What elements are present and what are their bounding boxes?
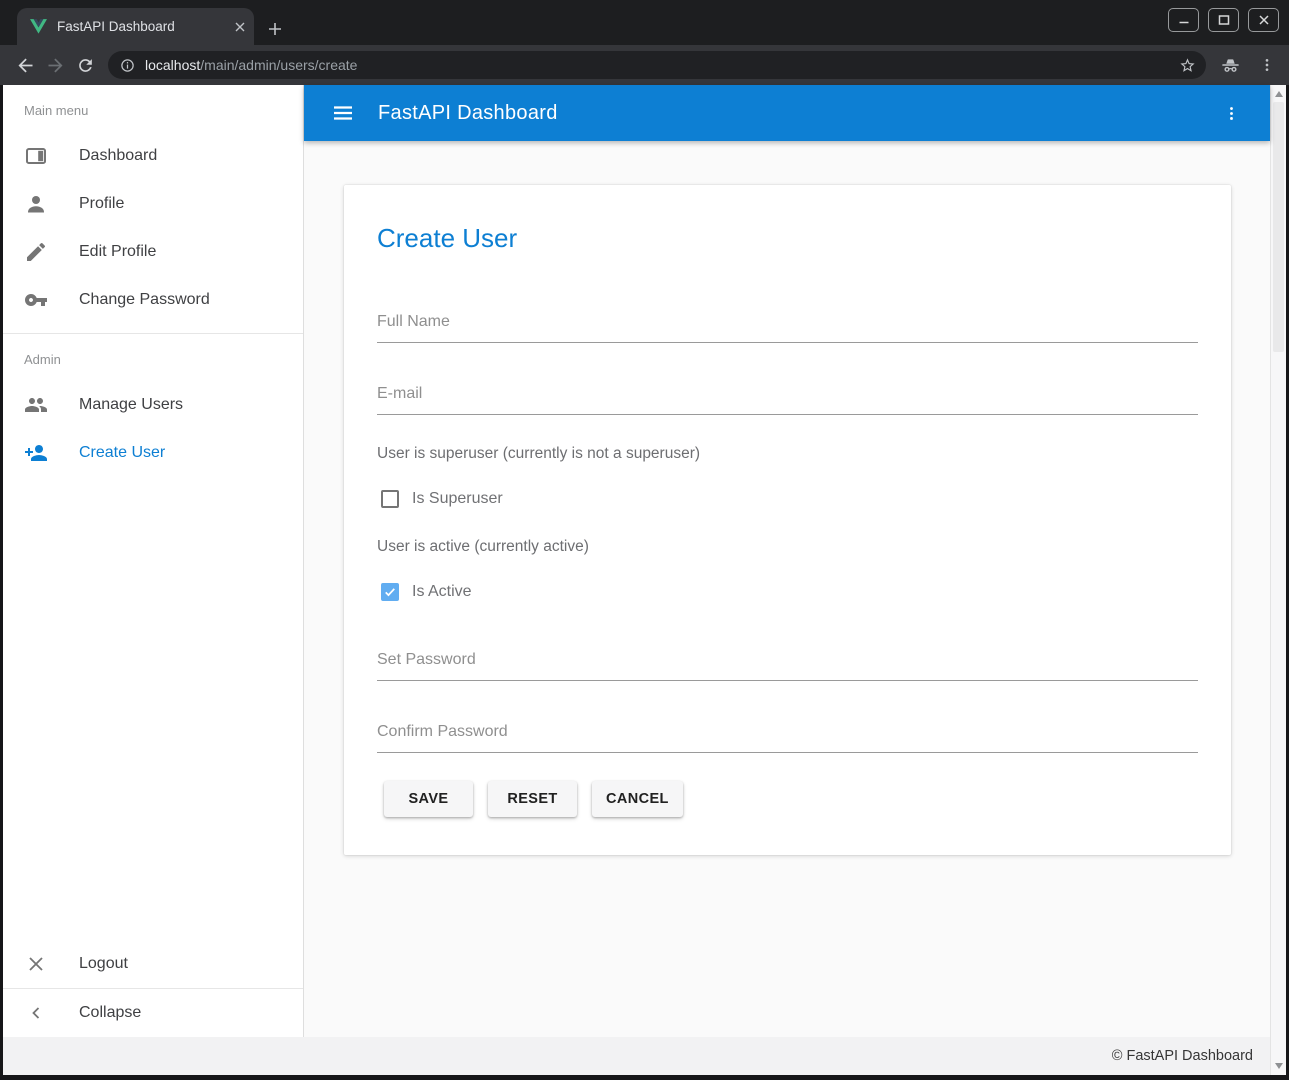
site-info-icon[interactable] [120,58,135,73]
page-title: Create User [377,223,1198,254]
close-icon [24,952,48,976]
maximize-button[interactable] [1208,8,1239,32]
incognito-icon [1220,55,1241,76]
browser-tab[interactable]: FastAPI Dashboard [17,8,254,45]
browser-tab-strip: FastAPI Dashboard [0,0,1289,45]
browser-toolbar: localhost/main/admin/users/create [0,45,1289,85]
active-checkbox[interactable]: Is Active [377,583,1198,601]
sidebar-item-logout[interactable]: Logout [3,940,303,988]
pencil-icon [24,240,48,264]
vue-logo-icon [30,19,47,34]
save-button[interactable]: SAVE [384,781,473,817]
sidebar-item-label: Edit Profile [79,243,156,261]
hamburger-menu-icon[interactable] [331,101,355,125]
window-controls [1168,8,1279,32]
sidebar-item-label: Collapse [79,1004,141,1022]
reload-icon[interactable] [70,50,100,80]
group-icon [24,393,48,417]
set-password-field[interactable] [377,649,1198,681]
tab-close-icon[interactable] [234,21,246,33]
email-field[interactable] [377,383,1198,415]
checkbox-label: Is Superuser [412,490,503,508]
sidebar-item-create-user[interactable]: Create User [3,429,303,477]
tab-title: FastAPI Dashboard [57,19,234,34]
checkbox-label: Is Active [412,583,472,601]
new-tab-icon[interactable] [268,22,282,36]
url-host: localhost [145,57,200,73]
sidebar-section-main-menu: Main menu [3,85,303,132]
url-text: localhost/main/admin/users/create [145,57,357,73]
chevron-left-icon [24,1001,48,1025]
scrollbar-thumb[interactable] [1273,102,1284,352]
footer: © FastAPI Dashboard [3,1037,1270,1075]
sidebar-item-label: Manage Users [79,396,183,414]
sidebar-item-profile[interactable]: Profile [3,180,303,228]
dashboard-icon [24,144,48,168]
person-add-icon [24,441,48,465]
footer-copyright: © FastAPI Dashboard [1112,1048,1253,1064]
sidebar-item-label: Change Password [79,291,210,309]
sidebar-item-label: Create User [79,444,165,462]
reset-button[interactable]: RESET [488,781,577,817]
superuser-checkbox[interactable]: Is Superuser [377,490,1198,508]
sidebar: Main menu Dashboard Profile [3,85,304,1037]
checkbox-unchecked-icon[interactable] [381,490,399,508]
cancel-button[interactable]: CANCEL [592,781,683,817]
sidebar-item-label: Profile [79,195,124,213]
key-icon [24,288,48,312]
address-bar[interactable]: localhost/main/admin/users/create [108,51,1206,79]
form-buttons: SAVE RESET CANCEL [377,781,1198,817]
page-body: Create User User is superuser (currently… [304,141,1270,1037]
close-window-button[interactable] [1248,8,1279,32]
person-icon [24,192,48,216]
page-content: Main menu Dashboard Profile [3,85,1286,1075]
scroll-down-icon[interactable] [1275,1063,1283,1069]
url-path: /main/admin/users/create [200,57,357,73]
sidebar-item-change-password[interactable]: Change Password [3,276,303,324]
appbar-menu-icon[interactable] [1223,105,1240,122]
scroll-up-icon[interactable] [1275,91,1283,97]
sidebar-item-edit-profile[interactable]: Edit Profile [3,228,303,276]
sidebar-item-manage-users[interactable]: Manage Users [3,381,303,429]
checkbox-checked-icon[interactable] [381,583,399,601]
sidebar-section-admin: Admin [3,334,303,381]
minimize-button[interactable] [1168,8,1199,32]
browser-window: FastAPI Dashboard [0,0,1289,1080]
sidebar-item-collapse[interactable]: Collapse [3,989,303,1037]
main-area: FastAPI Dashboard Create User User is su… [304,85,1270,1037]
page-scrollbar[interactable] [1270,85,1286,1075]
confirm-password-field[interactable] [377,721,1198,753]
bookmark-star-icon[interactable] [1179,57,1196,74]
appbar: FastAPI Dashboard [304,85,1270,141]
full-name-field[interactable] [377,311,1198,343]
sidebar-item-dashboard[interactable]: Dashboard [3,132,303,180]
browser-menu-icon[interactable] [1259,57,1275,73]
sidebar-item-label: Logout [79,955,128,973]
active-note: User is active (currently active) [377,538,1198,556]
forward-icon[interactable] [40,50,70,80]
appbar-title: FastAPI Dashboard [378,102,558,125]
sidebar-item-label: Dashboard [79,147,157,165]
create-user-card: Create User User is superuser (currently… [344,185,1231,855]
back-icon[interactable] [10,50,40,80]
superuser-note: User is superuser (currently is not a su… [377,445,1198,463]
